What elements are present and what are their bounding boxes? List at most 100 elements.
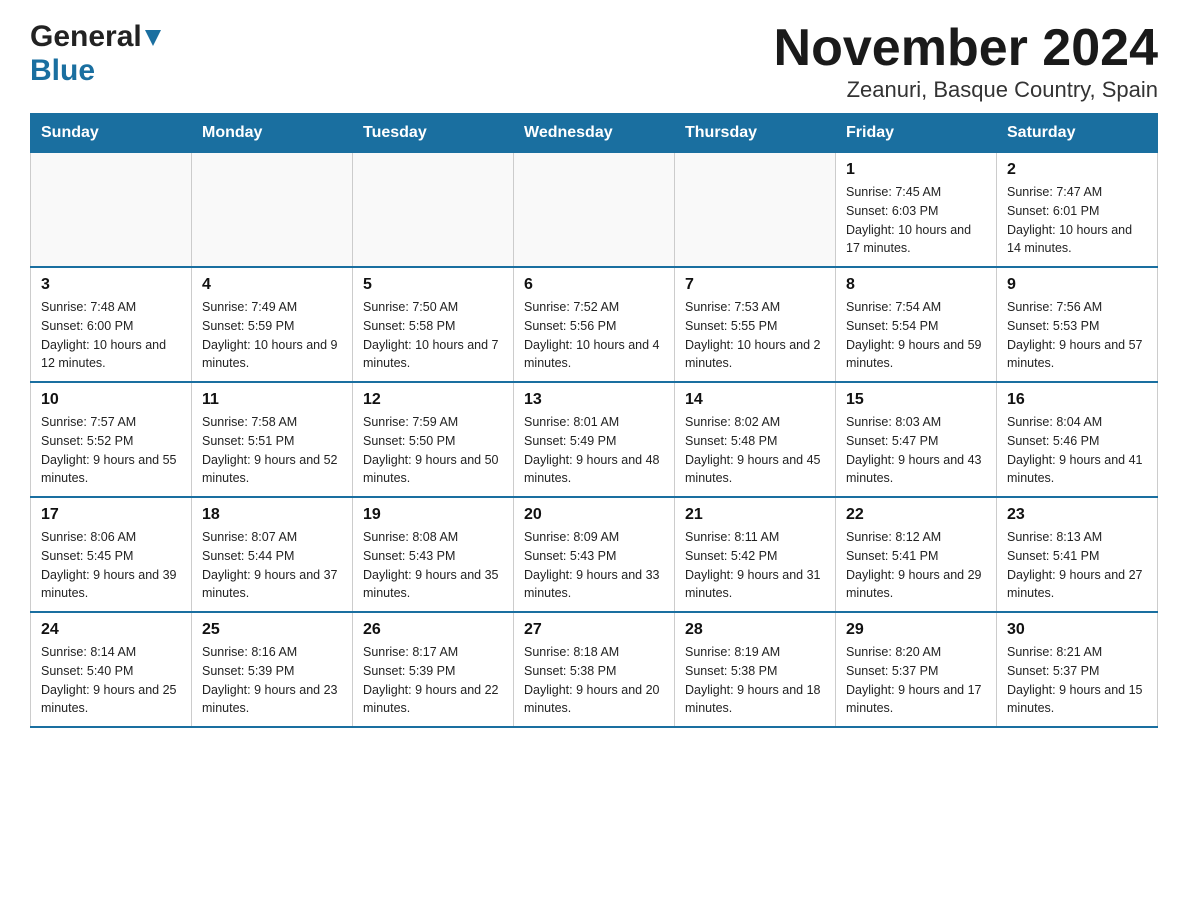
day-number: 19 — [363, 506, 503, 524]
day-number: 11 — [202, 391, 342, 409]
day-info: Sunrise: 7:58 AM Sunset: 5:51 PM Dayligh… — [202, 413, 342, 488]
logo: General Blue — [30, 20, 161, 88]
day-number: 23 — [1007, 506, 1147, 524]
day-number: 1 — [846, 161, 986, 179]
day-info: Sunrise: 7:56 AM Sunset: 5:53 PM Dayligh… — [1007, 298, 1147, 373]
table-row — [514, 153, 675, 268]
day-info: Sunrise: 7:59 AM Sunset: 5:50 PM Dayligh… — [363, 413, 503, 488]
table-row: 6Sunrise: 7:52 AM Sunset: 5:56 PM Daylig… — [514, 267, 675, 382]
page-header: General Blue November 2024 Zeanuri, Basq… — [30, 20, 1158, 103]
day-number: 14 — [685, 391, 825, 409]
day-info: Sunrise: 8:13 AM Sunset: 5:41 PM Dayligh… — [1007, 528, 1147, 603]
day-info: Sunrise: 7:57 AM Sunset: 5:52 PM Dayligh… — [41, 413, 181, 488]
table-row: 30 Sunrise: 8:21 AM Sunset: 5:37 PM Dayli… — [997, 612, 1158, 727]
table-row: 20 Sunrise: 8:09 AM Sunset: 5:43 PM Dayli… — [514, 497, 675, 612]
day-info: Sunrise: 7:49 AM Sunset: 5:59 PM Dayligh… — [202, 298, 342, 373]
day-number: 15 — [846, 391, 986, 409]
day-number: 17 — [41, 506, 181, 524]
calendar-week-row: 10 Sunrise: 7:57 AM Sunset: 5:52 PM Dayli… — [31, 382, 1158, 497]
day-number: 3 — [41, 276, 181, 294]
day-info: Sunrise: 7:45 AM Sunset: 6:03 PM Dayligh… — [846, 183, 986, 258]
day-info: Sunrise: 8:06 AM Sunset: 5:45 PM Dayligh… — [41, 528, 181, 603]
table-row: 8Sunrise: 7:54 AM Sunset: 5:54 PM Daylig… — [836, 267, 997, 382]
day-number: 20 — [524, 506, 664, 524]
day-info: Sunrise: 8:16 AM Sunset: 5:39 PM Dayligh… — [202, 643, 342, 718]
table-row: 27 Sunrise: 8:18 AM Sunset: 5:38 PM Dayli… — [514, 612, 675, 727]
day-info: Sunrise: 8:12 AM Sunset: 5:41 PM Dayligh… — [846, 528, 986, 603]
table-row: 10 Sunrise: 7:57 AM Sunset: 5:52 PM Dayli… — [31, 382, 192, 497]
table-row: 9Sunrise: 7:56 AM Sunset: 5:53 PM Daylig… — [997, 267, 1158, 382]
day-number: 27 — [524, 621, 664, 639]
day-number: 7 — [685, 276, 825, 294]
calendar-week-row: 3 Sunrise: 7:48 AM Sunset: 6:00 PM Daylig… — [31, 267, 1158, 382]
day-number: 28 — [685, 621, 825, 639]
day-number: 24 — [41, 621, 181, 639]
table-row: 19Sunrise: 8:08 AM Sunset: 5:43 PM Dayli… — [353, 497, 514, 612]
col-monday: Monday — [192, 114, 353, 153]
table-row: 14Sunrise: 8:02 AM Sunset: 5:48 PM Dayli… — [675, 382, 836, 497]
page-subtitle: Zeanuri, Basque Country, Spain — [774, 77, 1158, 103]
day-info: Sunrise: 8:07 AM Sunset: 5:44 PM Dayligh… — [202, 528, 342, 603]
table-row: 29 Sunrise: 8:20 AM Sunset: 5:37 PM Dayli… — [836, 612, 997, 727]
day-number: 4 — [202, 276, 342, 294]
col-saturday: Saturday — [997, 114, 1158, 153]
table-row: 16Sunrise: 8:04 AM Sunset: 5:46 PM Dayli… — [997, 382, 1158, 497]
day-info: Sunrise: 7:47 AM Sunset: 6:01 PM Dayligh… — [1007, 183, 1147, 258]
day-number: 8 — [846, 276, 986, 294]
table-row: 28Sunrise: 8:19 AM Sunset: 5:38 PM Dayli… — [675, 612, 836, 727]
table-row: 13 Sunrise: 8:01 AM Sunset: 5:49 PM Dayli… — [514, 382, 675, 497]
day-info: Sunrise: 7:48 AM Sunset: 6:00 PM Dayligh… — [41, 298, 181, 373]
day-info: Sunrise: 8:21 AM Sunset: 5:37 PM Dayligh… — [1007, 643, 1147, 718]
table-row: 18 Sunrise: 8:07 AM Sunset: 5:44 PM Dayli… — [192, 497, 353, 612]
day-number: 10 — [41, 391, 181, 409]
day-number: 22 — [846, 506, 986, 524]
calendar-table: Sunday Monday Tuesday Wednesday Thursday… — [30, 113, 1158, 728]
calendar-week-row: 24 Sunrise: 8:14 AM Sunset: 5:40 PM Dayli… — [31, 612, 1158, 727]
day-number: 12 — [363, 391, 503, 409]
table-row: 21 Sunrise: 8:11 AM Sunset: 5:42 PM Dayli… — [675, 497, 836, 612]
day-info: Sunrise: 7:52 AM Sunset: 5:56 PM Dayligh… — [524, 298, 664, 373]
table-row: 12 Sunrise: 7:59 AM Sunset: 5:50 PM Dayli… — [353, 382, 514, 497]
table-row — [675, 153, 836, 268]
calendar-week-row: 1 Sunrise: 7:45 AM Sunset: 6:03 PM Daylig… — [31, 153, 1158, 268]
table-row: 1 Sunrise: 7:45 AM Sunset: 6:03 PM Daylig… — [836, 153, 997, 268]
day-number: 21 — [685, 506, 825, 524]
day-number: 18 — [202, 506, 342, 524]
day-number: 30 — [1007, 621, 1147, 639]
table-row — [192, 153, 353, 268]
col-wednesday: Wednesday — [514, 114, 675, 153]
day-number: 13 — [524, 391, 664, 409]
table-row: 3 Sunrise: 7:48 AM Sunset: 6:00 PM Daylig… — [31, 267, 192, 382]
calendar-week-row: 17 Sunrise: 8:06 AM Sunset: 5:45 PM Dayli… — [31, 497, 1158, 612]
day-number: 29 — [846, 621, 986, 639]
day-number: 16 — [1007, 391, 1147, 409]
col-sunday: Sunday — [31, 114, 192, 153]
table-row — [353, 153, 514, 268]
day-info: Sunrise: 8:17 AM Sunset: 5:39 PM Dayligh… — [363, 643, 503, 718]
day-info: Sunrise: 8:18 AM Sunset: 5:38 PM Dayligh… — [524, 643, 664, 718]
table-row: 5Sunrise: 7:50 AM Sunset: 5:58 PM Daylig… — [353, 267, 514, 382]
col-friday: Friday — [836, 114, 997, 153]
table-row: 2 Sunrise: 7:47 AM Sunset: 6:01 PM Daylig… — [997, 153, 1158, 268]
logo-arrow-icon — [145, 30, 161, 46]
day-info: Sunrise: 8:03 AM Sunset: 5:47 PM Dayligh… — [846, 413, 986, 488]
title-block: November 2024 Zeanuri, Basque Country, S… — [774, 20, 1158, 103]
calendar-header-row: Sunday Monday Tuesday Wednesday Thursday… — [31, 114, 1158, 153]
day-info: Sunrise: 8:14 AM Sunset: 5:40 PM Dayligh… — [41, 643, 181, 718]
table-row — [31, 153, 192, 268]
day-info: Sunrise: 8:20 AM Sunset: 5:37 PM Dayligh… — [846, 643, 986, 718]
col-thursday: Thursday — [675, 114, 836, 153]
logo-general-text: General — [30, 20, 142, 54]
day-info: Sunrise: 8:09 AM Sunset: 5:43 PM Dayligh… — [524, 528, 664, 603]
day-number: 2 — [1007, 161, 1147, 179]
table-row: 15 Sunrise: 8:03 AM Sunset: 5:47 PM Dayli… — [836, 382, 997, 497]
day-number: 26 — [363, 621, 503, 639]
day-info: Sunrise: 8:11 AM Sunset: 5:42 PM Dayligh… — [685, 528, 825, 603]
table-row: 7 Sunrise: 7:53 AM Sunset: 5:55 PM Daylig… — [675, 267, 836, 382]
table-row: 17 Sunrise: 8:06 AM Sunset: 5:45 PM Dayli… — [31, 497, 192, 612]
day-info: Sunrise: 8:01 AM Sunset: 5:49 PM Dayligh… — [524, 413, 664, 488]
page-title: November 2024 — [774, 20, 1158, 77]
day-info: Sunrise: 7:53 AM Sunset: 5:55 PM Dayligh… — [685, 298, 825, 373]
table-row: 23 Sunrise: 8:13 AM Sunset: 5:41 PM Dayli… — [997, 497, 1158, 612]
day-number: 5 — [363, 276, 503, 294]
